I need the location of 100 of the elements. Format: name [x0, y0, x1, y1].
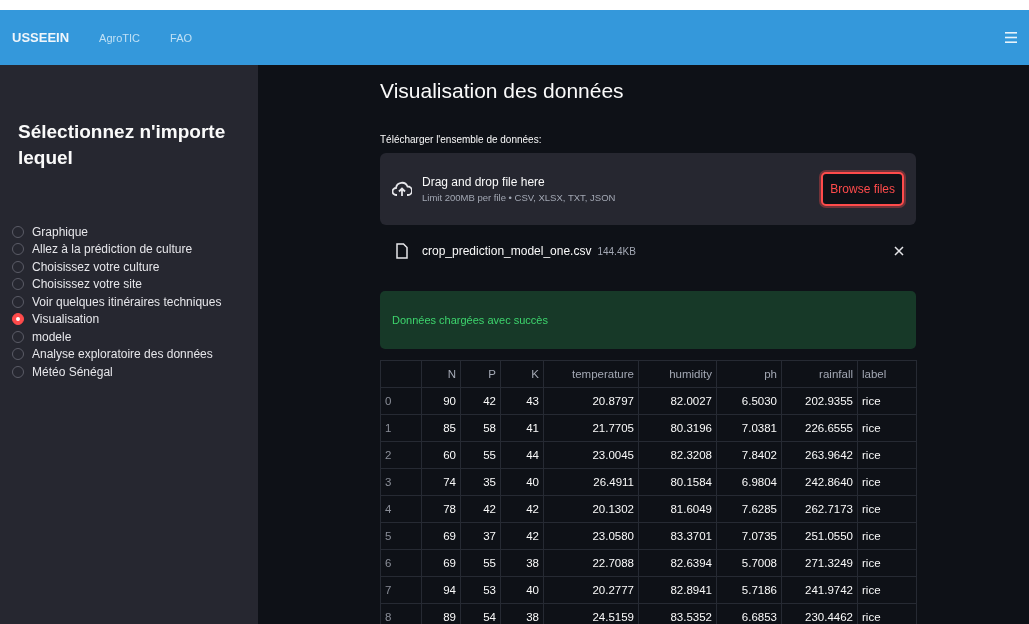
table-cell: 42: [460, 387, 501, 415]
table-cell: 82.8941: [638, 576, 717, 604]
menu-icon[interactable]: [1005, 32, 1017, 43]
table-cell: 22.7088: [543, 549, 639, 577]
table-cell: 7.8402: [716, 441, 782, 469]
table-cell: rice: [857, 468, 917, 496]
dropzone-limit: Limit 200MB per file • CSV, XLSX, TXT, JSON: [422, 192, 616, 203]
table-cell: 21.7705: [543, 414, 639, 442]
table-cell: 23.0580: [543, 522, 639, 550]
table-cell: 6.5030: [716, 387, 782, 415]
dropzone-text: Drag and drop file here: [422, 175, 546, 189]
row-index: 7: [380, 576, 422, 604]
table-cell: 262.7173: [781, 495, 858, 523]
column-header: N: [421, 360, 461, 388]
table-cell: 60: [421, 441, 461, 469]
column-header: K: [500, 360, 544, 388]
table-cell: 43: [500, 387, 544, 415]
table-cell: 20.1302: [543, 495, 639, 523]
radio-label[interactable]: Graphique: [32, 224, 89, 239]
radio-label[interactable]: modele: [32, 329, 72, 344]
row-index: 8: [380, 603, 422, 624]
table-cell: 42: [500, 522, 544, 550]
row-index: 6: [380, 549, 422, 577]
uploader-label: Télécharger l'ensemble de données:: [380, 134, 542, 145]
column-header: humidity: [638, 360, 717, 388]
radio-label[interactable]: Voir quelques itinéraires techniques: [32, 294, 222, 309]
radio-label[interactable]: Allez à la prédiction de culture: [32, 242, 193, 257]
table-cell: 55: [460, 441, 501, 469]
page-title: Visualisation des données: [380, 79, 625, 103]
table-cell: 69: [421, 522, 461, 550]
table-cell: 20.8797: [543, 387, 639, 415]
table-cell: 35: [460, 468, 501, 496]
table-cell: 226.6555: [781, 414, 858, 442]
table-cell: rice: [857, 522, 917, 550]
radio-button[interactable]: [12, 313, 24, 326]
row-index: 0: [380, 387, 422, 415]
table-cell: 83.3701: [638, 522, 717, 550]
table-cell: 53: [460, 576, 501, 604]
table-cell: 241.9742: [781, 576, 858, 604]
browse-files-button[interactable]: Browse files: [821, 172, 904, 206]
table-cell: 251.0550: [781, 522, 858, 550]
table-cell: 55: [460, 549, 501, 577]
table-cell: 37: [460, 522, 501, 550]
success-message: Données chargées avec succès: [392, 314, 548, 326]
table-cell: 85: [421, 414, 461, 442]
column-header: ph: [716, 360, 782, 388]
row-index: 5: [380, 522, 422, 550]
table-cell: 80.3196: [638, 414, 717, 442]
table-cell: 42: [460, 495, 501, 523]
table-cell: 94: [421, 576, 461, 604]
cloud-upload-icon: [392, 180, 412, 198]
table-cell: rice: [857, 576, 917, 604]
table-cell: 40: [500, 576, 544, 604]
column-header: P: [460, 360, 501, 388]
row-index: 1: [380, 414, 422, 442]
table-cell: 23.0045: [543, 441, 639, 469]
row-index: 3: [380, 468, 422, 496]
column-header: temperature: [543, 360, 639, 388]
column-header: label: [857, 360, 917, 388]
close-icon[interactable]: [894, 246, 904, 256]
table-cell: 90: [421, 387, 461, 415]
radio-label[interactable]: Choisissez votre culture: [32, 259, 160, 274]
table-cell: 20.2777: [543, 576, 639, 604]
table-cell: rice: [857, 414, 917, 442]
table-cell: 41: [500, 414, 544, 442]
radio-label[interactable]: Analyse exploratoire des données: [32, 347, 213, 362]
table-cell: 81.6049: [638, 495, 717, 523]
table-cell: 82.0027: [638, 387, 717, 415]
table-cell: 82.6394: [638, 549, 717, 577]
table-cell: 38: [500, 549, 544, 577]
table-cell: 80.1584: [638, 468, 717, 496]
table-cell: 74: [421, 468, 461, 496]
table-cell: 26.4911: [543, 468, 639, 496]
radio-label[interactable]: Météo Sénégal: [32, 364, 113, 379]
column-header: rainfall: [781, 360, 858, 388]
row-index: 2: [380, 441, 422, 469]
table-cell: 58: [460, 414, 501, 442]
row-index: 4: [380, 495, 422, 523]
sidebar-title: Sélectionnez n'importe lequel: [18, 120, 227, 170]
table-cell: rice: [857, 387, 917, 415]
table-cell: 5.7008: [716, 549, 782, 577]
table-cell: 42: [500, 495, 544, 523]
table-cell: 7.6285: [716, 495, 782, 523]
table-cell: 6.9804: [716, 468, 782, 496]
dropzone[interactable]: Drag and drop file here Limit 200MB per file • CSV, XLSX, TXT, JSON Browse files: [380, 153, 916, 225]
table-cell: 202.9355: [781, 387, 858, 415]
radio-label[interactable]: Choisissez votre site: [32, 277, 143, 292]
radio-label[interactable]: Visualisation: [32, 312, 100, 327]
file-icon: [396, 243, 408, 259]
file-size: 144.4KB: [597, 246, 636, 257]
table-cell: rice: [857, 495, 917, 523]
table-cell: 263.9642: [781, 441, 858, 469]
table-cell: 7.0381: [716, 414, 782, 442]
table-cell: 78: [421, 495, 461, 523]
table-cell: 242.8640: [781, 468, 858, 496]
table-cell: 5.7186: [716, 576, 782, 604]
table-cell: 7.0735: [716, 522, 782, 550]
file-name: crop_prediction_model_one.csv: [422, 244, 592, 258]
table-cell: 271.3249: [781, 549, 858, 577]
table-cell: 44: [500, 441, 544, 469]
